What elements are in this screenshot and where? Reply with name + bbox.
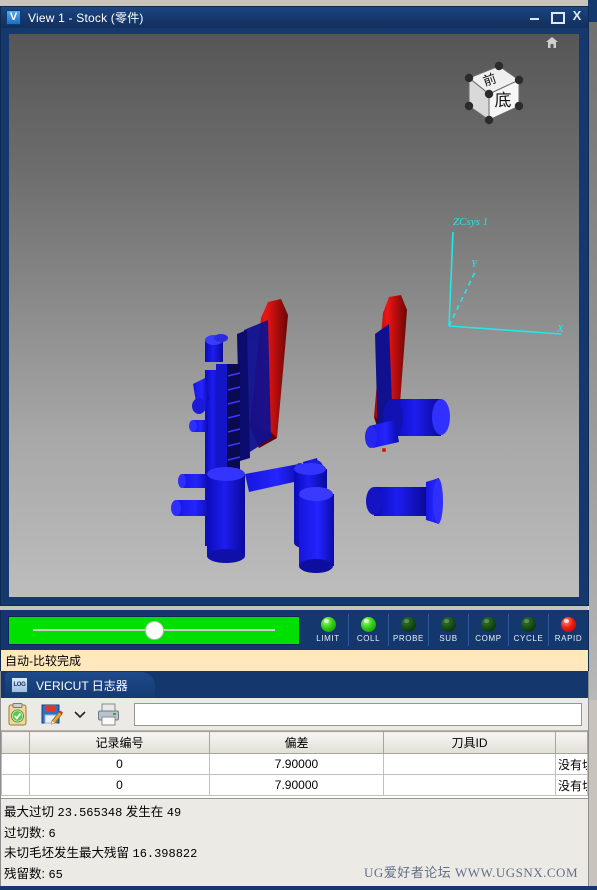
- maximize-button[interactable]: [549, 9, 565, 24]
- coll-label: COLL: [356, 634, 381, 643]
- limit-label: LIMIT: [316, 634, 340, 643]
- max-excess-value: 16.398822: [132, 847, 198, 861]
- close-button[interactable]: X: [570, 9, 584, 23]
- log-tab-strip: LOG VERICUT 日志器: [1, 671, 588, 698]
- minimize-button[interactable]: [528, 9, 542, 23]
- probe-lamp-icon: [401, 617, 416, 632]
- probe-label: PROBE: [392, 634, 424, 643]
- sub-label: SUB: [439, 634, 458, 643]
- overcut-count-label: 过切数:: [4, 825, 45, 840]
- csys-x-axis-label: X: [557, 323, 564, 335]
- max-overcut-label: 最大过切: [4, 805, 55, 819]
- view-window: V View 1 - Stock (零件) X 前 底 ZCsys 1 Y X: [0, 6, 589, 606]
- background-window-titlebar: [588, 0, 597, 22]
- comp-label: COMP: [475, 634, 502, 643]
- table-header-row: 记录编号 偏差 刀具ID: [1, 731, 588, 754]
- log-panel: LOG VERICUT 日志器 记录编号 偏差 刀具ID 0 7.90000 没…: [0, 671, 589, 890]
- row-selector[interactable]: [1, 753, 30, 775]
- view-window-titlebar[interactable]: V View 1 - Stock (零件) X: [1, 7, 588, 28]
- cell-deviation: 7.90000: [209, 774, 384, 796]
- cell-record-number: 0: [29, 753, 210, 775]
- status-message-bar: 自动-比较完成: [0, 650, 589, 671]
- status-strip: LIMIT COLL PROBE SUB COMP CYCLE RAPID: [0, 610, 589, 650]
- machine-status-lights: LIMIT COLL PROBE SUB COMP CYCLE RAPID: [308, 610, 588, 650]
- status-light-comp[interactable]: COMP: [468, 614, 508, 646]
- status-message-text: 自动-比较完成: [5, 654, 81, 668]
- col-header-deviation[interactable]: 偏差: [209, 731, 384, 754]
- col-header-record-number[interactable]: 记录编号: [29, 731, 210, 754]
- excess-count-value: 65: [48, 867, 63, 882]
- status-light-limit[interactable]: LIMIT: [308, 614, 348, 646]
- coll-lamp-icon: [361, 617, 376, 632]
- csys-y-axis-label: Y: [471, 258, 478, 270]
- limit-lamp-icon: [320, 617, 336, 632]
- save-edit-icon[interactable]: [39, 702, 64, 727]
- log-book-icon: LOG: [11, 677, 28, 693]
- cell-note: 没有切削: [555, 774, 588, 796]
- log-table: 记录编号 偏差 刀具ID 0 7.90000 没有切削: [1, 731, 588, 796]
- coordinate-system-indicator: ZCsys 1 Y X: [439, 216, 574, 341]
- row-selector[interactable]: [1, 774, 30, 796]
- clipboard-check-icon[interactable]: [5, 702, 30, 727]
- max-excess-label: 未切毛坯发生最大残留: [4, 846, 130, 860]
- application-window: V View 1 - Stock (零件) X 前 底 ZCsys 1 Y X …: [0, 0, 597, 890]
- sub-lamp-icon: [441, 617, 456, 632]
- log-filter-input[interactable]: [134, 702, 582, 726]
- cell-tool-id: [383, 753, 556, 775]
- viewcube-front-label: 底: [495, 91, 512, 111]
- window-title: View 1 - Stock (零件): [28, 11, 144, 25]
- progress-slider[interactable]: [8, 615, 300, 645]
- cell-record-number: 0: [29, 774, 210, 796]
- background-window-sliver: [588, 0, 597, 700]
- cell-tool-id: [383, 774, 556, 796]
- col-header-tool-id[interactable]: 刀具ID: [383, 731, 556, 754]
- chevron-down-icon[interactable]: [73, 707, 87, 721]
- printer-icon[interactable]: [96, 702, 121, 727]
- window-controls: X: [528, 9, 584, 24]
- view-orientation-cube[interactable]: 前 底: [453, 56, 527, 130]
- rapid-label: RAPID: [554, 634, 583, 643]
- log-tab-label: VERICUT 日志器: [36, 678, 128, 693]
- status-light-rapid[interactable]: RAPID: [548, 614, 588, 646]
- log-toolbar: [1, 698, 588, 731]
- status-light-sub[interactable]: SUB: [428, 614, 468, 646]
- excess-count-label: 残留数:: [4, 866, 45, 881]
- status-light-probe[interactable]: PROBE: [388, 614, 428, 646]
- cycle-label: CYCLE: [513, 634, 544, 643]
- progress-knob[interactable]: [146, 622, 163, 639]
- forum-watermark: UG爱好者论坛 WWW.UGSNX.COM: [363, 865, 578, 880]
- csys-name-label: ZCsys 1: [453, 216, 489, 228]
- overcut-count-value: 6: [48, 826, 56, 841]
- summary-line-max-overcut: 最大过切 23.565348 发生在 49: [4, 803, 586, 824]
- background-window-body: [588, 22, 597, 700]
- tab-vericut-log[interactable]: LOG VERICUT 日志器: [5, 672, 155, 698]
- summary-line-overcut-count: 过切数: 6: [4, 824, 586, 845]
- table-row[interactable]: 0 7.90000 没有切削: [1, 753, 588, 775]
- vericut-v-icon: V: [6, 10, 21, 25]
- col-header-note[interactable]: [555, 731, 588, 754]
- max-overcut-at-value: 49: [166, 806, 182, 820]
- status-light-cycle[interactable]: CYCLE: [508, 614, 548, 646]
- table-row[interactable]: 0 7.90000 没有切削: [1, 774, 588, 796]
- cell-note: 没有切削: [555, 753, 588, 775]
- cell-deviation: 7.90000: [209, 753, 384, 775]
- bottom-edge-bar: [0, 886, 597, 890]
- max-overcut-value: 23.565348: [57, 806, 123, 820]
- comp-lamp-icon: [481, 617, 496, 632]
- status-light-coll[interactable]: COLL: [348, 614, 388, 646]
- rapid-lamp-icon: [561, 617, 576, 632]
- 3d-viewport[interactable]: 前 底 ZCsys 1 Y X: [9, 34, 579, 597]
- max-overcut-at-label: 发生在: [125, 805, 164, 819]
- home-icon[interactable]: [545, 36, 559, 49]
- log-table-area[interactable]: 记录编号 偏差 刀具ID 0 7.90000 没有切削: [1, 731, 588, 799]
- col-header-selector[interactable]: [1, 731, 30, 754]
- cycle-lamp-icon: [521, 617, 536, 632]
